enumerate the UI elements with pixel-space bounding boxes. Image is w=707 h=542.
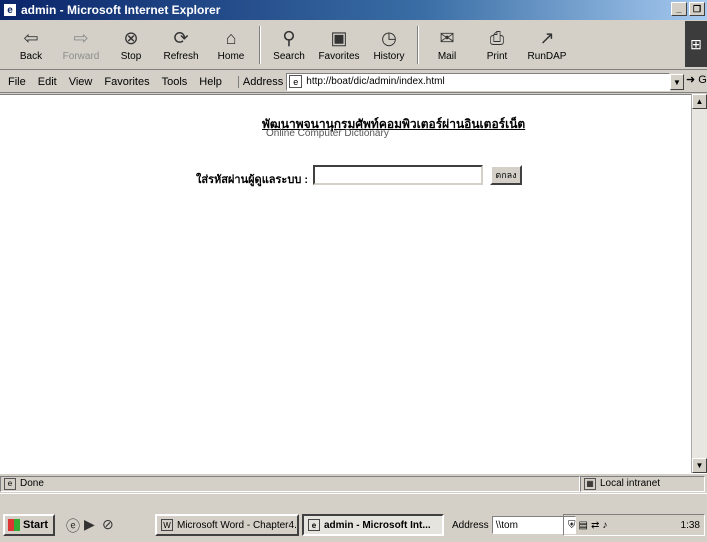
taskbar-address: Address \\tom [452,514,576,536]
vertical-scrollbar[interactable]: ▲ ▼ [691,94,707,473]
system-tray: ⛨ ▤ ⇄ ♪ 1:38 [563,514,705,536]
favorites-icon: ▣ [330,28,348,48]
scroll-down-icon[interactable]: ▼ [692,458,707,473]
page-content: พัฒนาพจนานุกรมศัพท์คอมพิวเตอร์ผ่านอินเตอ… [0,94,691,473]
forward-arrow-icon: ⇨ [73,28,89,48]
ie-quicklaunch-icon[interactable]: ⓔ [66,516,80,536]
scroll-up-icon[interactable]: ▲ [692,94,707,109]
start-button[interactable]: Start [3,514,55,536]
page-done-icon: e [4,477,16,490]
menu-help[interactable]: Help [199,76,222,88]
language-icon[interactable]: ▤ [579,520,588,531]
toolbar-separator [259,25,261,64]
rundap-icon: ↗ [539,28,555,48]
title-bar: e admin - Microsoft Internet Explorer _ … [0,0,707,20]
taskbar: Start ⓔ ▶ ⊘ W Microsoft Word - Chapter4.… [0,493,707,542]
mail-icon: ✉ [439,28,455,48]
standard-toolbar: ⇦ Back ⇨ Forward ⊗ Stop ⟳ Refresh ⌂ Home… [0,20,707,70]
status-text-cell: e Done [0,475,580,492]
back-arrow-icon: ⇦ [23,28,39,48]
mail-button[interactable]: ✉ Mail [422,23,472,67]
address-input[interactable]: e http://boat/dic/admin/index.html [286,72,671,91]
back-button[interactable]: ⇦ Back [6,23,56,67]
window-title: admin - Microsoft Internet Explorer [21,3,221,17]
toolbar-separator [417,25,419,64]
address-label: Address [237,75,283,88]
rundap-button[interactable]: ↗ RunDAP [522,23,572,67]
search-icon: ⚲ [282,28,296,48]
home-icon: ⌂ [225,28,237,48]
go-button[interactable]: ➜ Go [686,73,707,86]
desktop-quicklaunch-icon[interactable]: ⊘ [102,516,114,533]
menu-edit[interactable]: Edit [38,76,57,88]
history-button[interactable]: ◷ History [364,23,414,67]
start-logo-icon [8,519,20,531]
window-controls: _ ❐ [671,2,705,16]
shield-icon[interactable]: ⛨ [568,520,576,531]
favorites-button[interactable]: ▣ Favorites [314,23,364,67]
address-dropdown-icon[interactable]: ▼ [670,74,684,90]
page-icon: e [289,75,303,88]
menu-favorites[interactable]: Favorites [104,76,149,88]
task-word[interactable]: W Microsoft Word - Chapter4... [155,514,299,536]
windows-logo-icon: ⊞ [685,21,707,67]
menu-tools[interactable]: Tools [162,76,188,88]
forward-button[interactable]: ⇨ Forward [56,23,106,67]
home-button[interactable]: ⌂ Home [206,23,256,67]
password-input[interactable] [313,165,483,185]
search-button[interactable]: ⚲ Search [264,23,314,67]
menu-view[interactable]: View [69,76,93,88]
print-icon: ⎙ [489,28,505,48]
print-button[interactable]: ⎙ Print [472,23,522,67]
password-label: ใส่รหัสผ่านผู้ดูแลระบบ : [196,174,309,186]
status-zone-cell: ▦ Local intranet [580,475,705,492]
outlook-quicklaunch-icon[interactable]: ▶ [84,516,95,533]
status-bar: e Done ▦ Local intranet [0,473,707,493]
stop-button[interactable]: ⊗ Stop [106,23,156,67]
word-icon: W [161,519,173,531]
maximize-button[interactable]: ❐ [689,2,705,16]
refresh-icon: ⟳ [173,28,189,48]
history-icon: ◷ [381,28,397,48]
ie-icon: e [3,3,17,17]
intranet-icon: ▦ [584,477,596,490]
page-subtitle: Online Computer Dictionary [266,128,389,139]
address-url: http://boat/dic/admin/index.html [306,76,445,87]
stop-icon: ⊗ [123,28,139,48]
ie-icon: e [308,519,320,531]
task-ie[interactable]: e admin - Microsoft Int... [302,514,444,536]
menu-file[interactable]: File [8,76,26,88]
submit-button[interactable]: ตกลง [490,165,522,185]
menu-bar: File Edit View Favorites Tools Help Addr… [0,71,707,93]
minimize-button[interactable]: _ [671,2,687,16]
refresh-button[interactable]: ⟳ Refresh [156,23,206,67]
network-icon[interactable]: ⇄ [591,520,599,531]
go-arrow-icon: ➜ [686,74,696,86]
volume-icon[interactable]: ♪ [602,520,607,531]
clock: 1:38 [680,519,700,531]
